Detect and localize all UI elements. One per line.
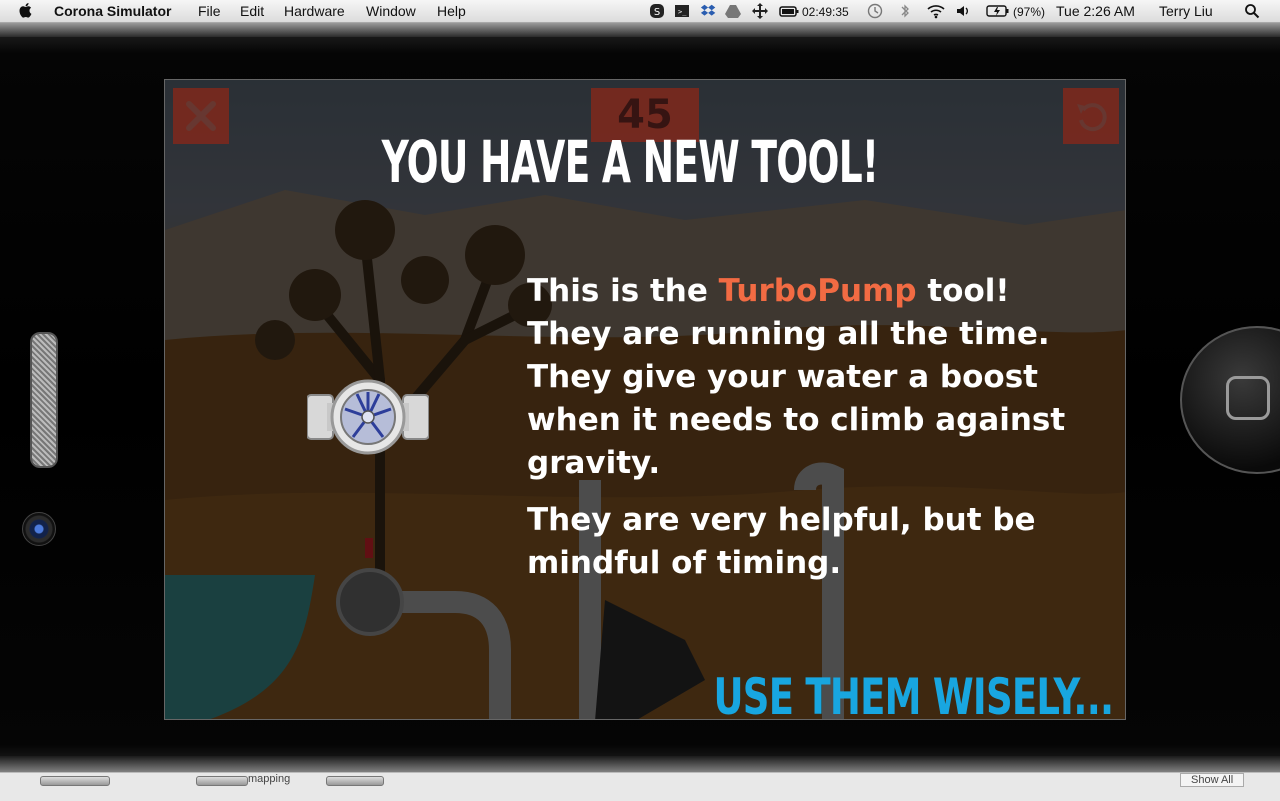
popup-footer: USE THEM WISELY... (713, 668, 1114, 720)
game-screen[interactable]: 45 YOU HAVE A NEW TOOL! This is the Turb… (164, 79, 1126, 720)
user-menu[interactable]: Terry Liu (1159, 2, 1213, 20)
paragraph-1: This is the TurboPump tool! They are run… (527, 270, 1087, 485)
apple-menu-icon[interactable] (18, 1, 34, 19)
wifi-icon[interactable] (926, 3, 946, 19)
battery-icon[interactable] (986, 3, 1010, 19)
intro-text: This is the (527, 273, 719, 309)
spotlight-search-icon[interactable] (1244, 3, 1260, 19)
skype-icon[interactable]: S (649, 3, 665, 19)
close-button[interactable] (173, 88, 229, 144)
home-button-icon (1226, 376, 1270, 420)
turbopump-icon (307, 379, 429, 455)
drive-icon[interactable] (725, 3, 741, 19)
menu-bar: Corona Simulator File Edit Hardware Wind… (0, 0, 1280, 23)
dropbox-icon[interactable] (700, 3, 716, 19)
strip-tab (326, 776, 384, 786)
timer-readout: 02:49:35 (802, 5, 849, 19)
timer-battery-icon (779, 6, 799, 17)
bluetooth-icon[interactable] (897, 3, 913, 19)
time-machine-icon[interactable] (867, 3, 883, 19)
menu-window[interactable]: Window (366, 2, 416, 20)
battery-percent: (97%) (1013, 5, 1046, 19)
intro-tail: tool! (916, 273, 1010, 309)
app-menu[interactable]: Corona Simulator (54, 2, 171, 20)
restart-button[interactable] (1063, 88, 1119, 144)
strip-tab (40, 776, 110, 786)
menu-file[interactable]: File (198, 2, 221, 20)
volume-icon[interactable] (955, 3, 971, 19)
restart-icon (1077, 103, 1107, 132)
background-window-strip: mapping Show All (0, 772, 1280, 801)
svg-text:>_: >_ (678, 8, 687, 16)
menu-help[interactable]: Help (437, 2, 466, 20)
paragraph-2: They are very helpful, but be mindful of… (527, 502, 1036, 581)
close-icon (186, 101, 216, 131)
speaker-grille (30, 332, 58, 468)
paragraph-1-rest: They are running all the time. They give… (527, 316, 1066, 481)
menu-hardware[interactable]: Hardware (284, 2, 345, 20)
terminal-icon[interactable]: >_ (674, 3, 690, 19)
menubar-clock[interactable]: Tue 2:26 AM (1056, 2, 1135, 20)
popup-body: This is the TurboPump tool! They are run… (527, 270, 1087, 585)
device-top-edge (0, 23, 1280, 37)
menu-edit[interactable]: Edit (240, 2, 264, 20)
popup-title: YOU HAVE A NEW TOOL! (381, 128, 879, 196)
show-all-button[interactable]: Show All (1180, 773, 1245, 787)
camera-lens (22, 512, 56, 546)
svg-text:S: S (654, 7, 660, 18)
tool-name: TurboPump (718, 273, 917, 309)
strip-file-label: mapping (248, 773, 291, 785)
move-icon[interactable] (752, 3, 768, 19)
strip-tab (196, 776, 248, 786)
